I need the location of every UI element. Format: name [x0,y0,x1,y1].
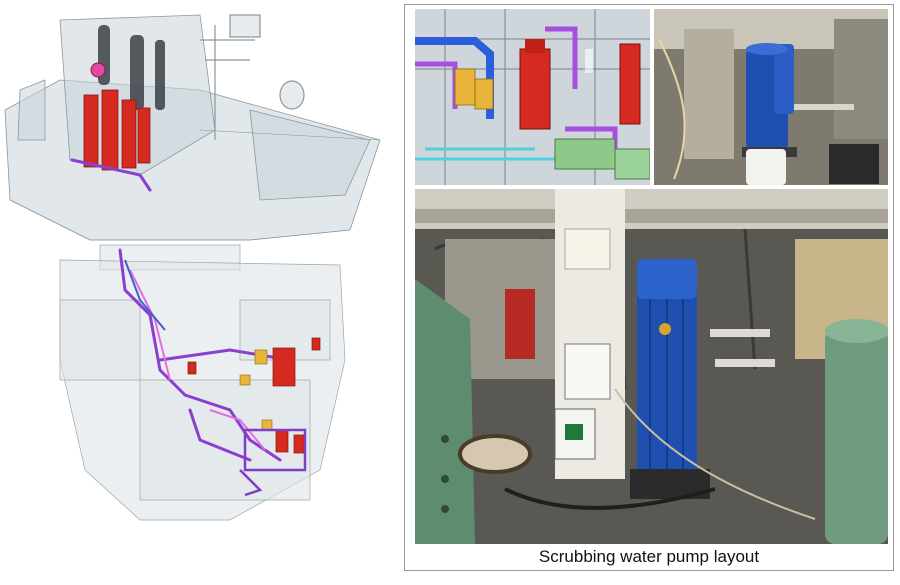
photo-collage-frame: Scrubbing water pump layout [404,4,894,571]
ship-3d-cutaway [0,0,396,580]
pump-photo-large [415,189,888,544]
pump-photo-small [654,9,888,185]
pump-room-3d-model [415,9,650,185]
figure-caption: Scrubbing water pump layout [538,547,760,566]
pump-room-photo-large [415,189,888,544]
pump-room-photo-small [654,9,888,185]
pump-room-model-illustration [415,9,650,185]
ship-model-illustration [4,14,381,521]
